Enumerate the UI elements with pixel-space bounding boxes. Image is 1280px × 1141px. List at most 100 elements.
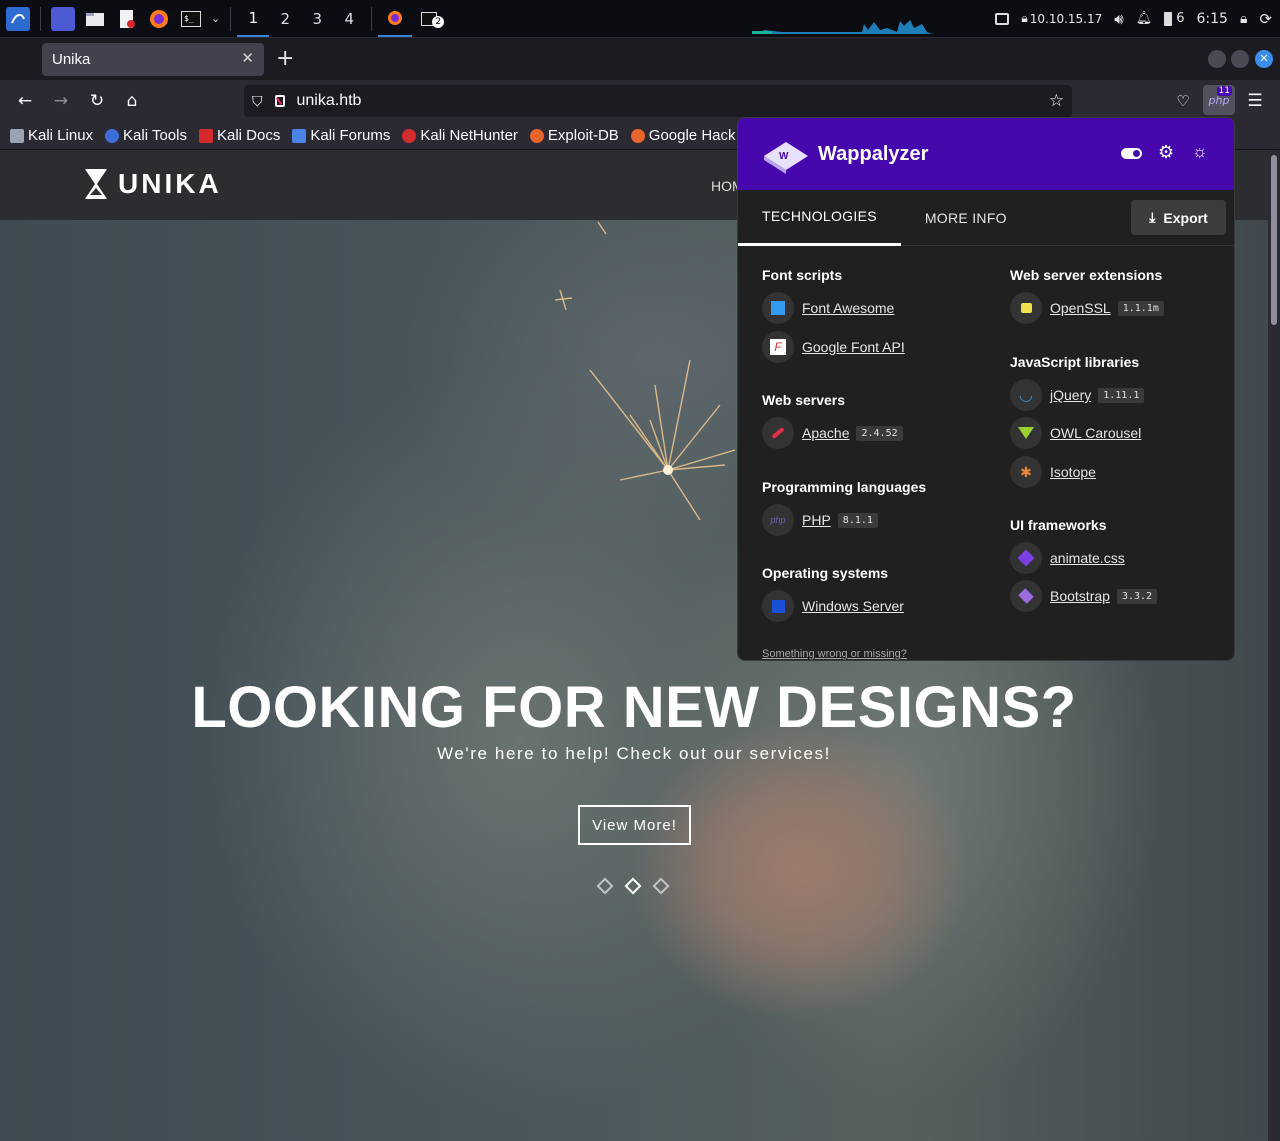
ghdb-icon: [630, 128, 645, 143]
shield-icon[interactable]: ⛉: [252, 93, 263, 110]
battery-level: 6: [1176, 11, 1185, 26]
maximize-button[interactable]: [1231, 50, 1249, 68]
bookmark-label: Kali NetHunter: [420, 127, 518, 144]
tech-name[interactable]: OWL Carousel: [1050, 425, 1141, 441]
close-tab-icon[interactable]: ✕: [241, 49, 254, 67]
workspace-3[interactable]: 3: [301, 0, 333, 37]
tech-item[interactable]: F Google Font API: [762, 331, 905, 363]
file-manager-icon[interactable]: [83, 7, 107, 31]
page-scrollbar[interactable]: [1268, 150, 1280, 1141]
bookmark-label: Kali Forums: [310, 127, 391, 144]
insecure-lock-icon[interactable]: [274, 95, 285, 107]
home-icon[interactable]: ⌂: [120, 89, 144, 113]
volume-icon[interactable]: 🔊︎: [1114, 10, 1123, 28]
close-window-button[interactable]: ✕: [1255, 50, 1273, 68]
battery-icon: [1164, 11, 1173, 26]
tech-name[interactable]: Isotope: [1050, 464, 1096, 480]
tech-item[interactable]: OWL Carousel: [1010, 417, 1141, 449]
bookmark-google-hacking[interactable]: Google Hack: [630, 127, 736, 144]
tab-more-info[interactable]: MORE INFO: [901, 190, 1031, 246]
bookmark-star-icon[interactable]: ☆: [1049, 91, 1064, 111]
site-logo[interactable]: UNIKA: [84, 168, 222, 200]
kali-menu-icon[interactable]: [6, 6, 30, 31]
view-more-button[interactable]: View More!: [578, 805, 691, 845]
feedback-link[interactable]: Something wrong or missing?: [762, 648, 907, 660]
bookmark-kali-linux[interactable]: Kali Linux: [10, 127, 93, 144]
menu-icon[interactable]: ☰: [1243, 89, 1267, 113]
tech-item[interactable]: php PHP 8.1.1: [762, 504, 878, 536]
new-tab-button[interactable]: +: [276, 46, 294, 71]
category-heading: Web servers: [762, 392, 846, 408]
text-editor-icon[interactable]: [115, 7, 139, 31]
tech-item[interactable]: Bootstrap 3.3.2: [1010, 580, 1158, 612]
tech-item[interactable]: animate.css: [1010, 542, 1125, 574]
bookmark-label: Exploit-DB: [547, 127, 619, 144]
wappalyzer-logo-icon: W: [764, 142, 808, 174]
forward-icon[interactable]: →: [49, 89, 73, 113]
settings-gear-icon[interactable]: ⚙: [1158, 142, 1174, 163]
bookmark-label: Kali Docs: [216, 127, 281, 144]
workspace-1[interactable]: 1: [237, 0, 270, 37]
version-badge: 3.3.2: [1116, 588, 1158, 604]
firefox-window-button[interactable]: [378, 0, 413, 37]
tab-bar: Unika ✕ + ✕: [0, 37, 1280, 80]
nethunter-icon: [402, 128, 417, 143]
vpn-icon[interactable]: [995, 12, 1010, 25]
reload-icon[interactable]: ↻: [85, 89, 109, 113]
bookmark-kali-forums[interactable]: Kali Forums: [292, 127, 390, 144]
bookmark-kali-nethunter[interactable]: Kali NetHunter: [402, 127, 518, 144]
category-heading: Font scripts: [762, 267, 843, 283]
workspace-2[interactable]: 2: [269, 0, 301, 37]
theme-sun-icon[interactable]: ☼: [1192, 142, 1208, 162]
bookmark-label: Google Hack: [648, 127, 736, 144]
terminal-icon[interactable]: $_: [179, 7, 203, 31]
bookmark-kali-docs[interactable]: Kali Docs: [198, 127, 281, 144]
tech-item[interactable]: Apache 2.4.52: [762, 417, 903, 449]
hero-title: LOOKING FOR NEW DESIGNS?: [191, 675, 1077, 740]
minimize-button[interactable]: [1208, 50, 1226, 68]
power-icon[interactable]: ⟳: [1259, 10, 1272, 28]
tech-name[interactable]: Apache: [802, 425, 849, 441]
desktop-icon[interactable]: [51, 6, 75, 31]
browser-tab[interactable]: Unika ✕: [42, 43, 264, 76]
tab-technologies[interactable]: TECHNOLOGIES: [738, 190, 901, 246]
toggle-icon[interactable]: [1121, 148, 1142, 159]
tech-item[interactable]: ✱ Isotope: [1010, 456, 1096, 488]
tech-item[interactable]: Font Awesome: [762, 292, 894, 324]
tech-name[interactable]: animate.css: [1050, 550, 1125, 566]
bookmark-kali-tools[interactable]: Kali Tools: [105, 127, 187, 144]
category-heading: UI frameworks: [1010, 517, 1107, 533]
lock-screen-icon[interactable]: 🔒︎: [1240, 11, 1247, 27]
wappalyzer-title: Wappalyzer: [818, 142, 929, 165]
php-icon: php: [762, 504, 794, 536]
chevron-down-icon[interactable]: ⌄: [211, 12, 220, 25]
tech-name[interactable]: jQuery: [1050, 387, 1091, 403]
bookmark-label: Kali Tools: [123, 127, 187, 144]
pocket-icon[interactable]: ♡: [1171, 89, 1195, 113]
firefox-icon[interactable]: [147, 7, 171, 31]
download-icon: ⤓: [1149, 209, 1156, 225]
tech-name[interactable]: PHP: [802, 512, 831, 528]
url-text[interactable]: unika.htb: [297, 92, 362, 110]
notification-bell-icon[interactable]: 🔔︎: [1136, 11, 1153, 26]
tech-name[interactable]: OpenSSL: [1050, 300, 1111, 316]
url-bar[interactable]: ⛉ unika.htb ☆: [244, 85, 1072, 117]
tech-name[interactable]: Bootstrap: [1050, 588, 1110, 604]
terminal-window-button[interactable]: 2: [412, 0, 446, 37]
back-icon[interactable]: ←: [13, 89, 37, 113]
hourglass-logo-icon: [85, 169, 107, 199]
scrollbar-thumb[interactable]: [1271, 155, 1277, 325]
workspace-4[interactable]: 4: [333, 0, 365, 37]
wappalyzer-extension-icon[interactable]: php 11: [1203, 85, 1235, 115]
tech-item[interactable]: ◡ jQuery 1.11.1: [1010, 379, 1145, 411]
tech-name[interactable]: Google Font API: [802, 339, 905, 355]
tech-item[interactable]: Windows Server: [762, 590, 904, 622]
kali-tools-icon: [105, 128, 120, 143]
tech-item[interactable]: OpenSSL 1.1.1m: [1010, 292, 1164, 324]
tech-name[interactable]: Windows Server: [802, 598, 904, 614]
tech-name[interactable]: Font Awesome: [802, 300, 894, 316]
bookmark-exploit-db[interactable]: Exploit-DB: [529, 127, 619, 144]
export-label: Export: [1163, 209, 1208, 226]
kali-dragon-icon: [10, 128, 24, 143]
export-button[interactable]: ⤓ Export: [1131, 200, 1226, 235]
